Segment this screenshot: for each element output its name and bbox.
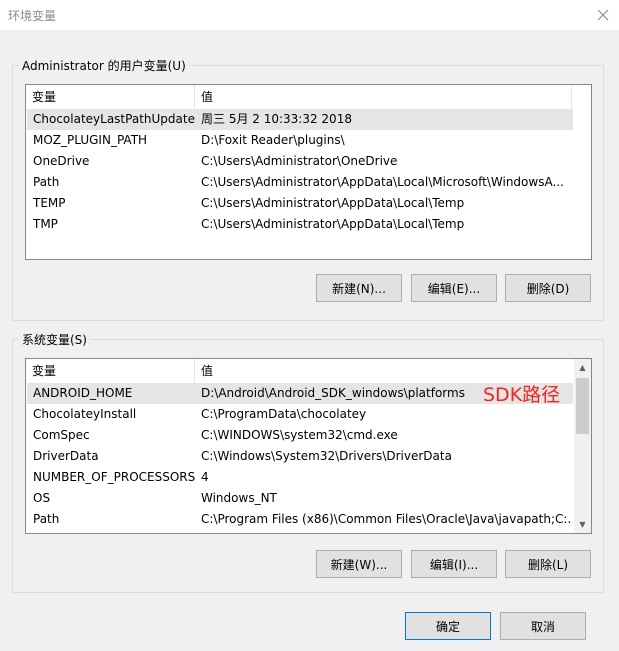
title-bar: 环境变量 — [0, 0, 619, 30]
table-row[interactable]: ComSpec C:\WINDOWS\system32\cmd.exe — [27, 425, 573, 446]
table-row[interactable]: MOZ_PLUGIN_PATH D:\Foxit Reader\plugins\ — [27, 130, 573, 151]
scroll-up-icon[interactable]: ▲ — [574, 359, 591, 376]
column-separator[interactable] — [571, 85, 572, 109]
variable-value: C:\WINDOWS\system32\cmd.exe — [201, 428, 398, 442]
variable-name: OS — [33, 491, 51, 505]
variable-value: D:\Foxit Reader\plugins\ — [201, 133, 345, 147]
scroll-down-icon[interactable]: ▼ — [574, 516, 591, 533]
variable-name: TMP — [33, 217, 58, 231]
variable-value: C:\Users\Administrator\AppData\Local\Mic… — [201, 175, 564, 189]
system-variables-group: 系统变量(S) 变量 值 ANDROID_HOME D:\Android\And… — [12, 331, 604, 593]
user-list-header: 变量 值 — [26, 85, 591, 109]
system-delete-button[interactable]: 删除(L) — [505, 550, 591, 578]
user-variables-list[interactable]: 变量 值 ChocolateyLastPathUpdate 周三 5月 2 10… — [25, 84, 592, 260]
sdk-path-annotation: SDK路径 — [483, 384, 561, 406]
variable-value: C:\Users\Administrator\OneDrive — [201, 154, 398, 168]
system-variables-label: 系统变量(S) — [19, 331, 90, 348]
table-row[interactable]: Path C:\Users\Administrator\AppData\Loca… — [27, 172, 573, 193]
user-edit-button[interactable]: 编辑(E)... — [411, 274, 497, 302]
column-header-variable[interactable]: 变量 — [26, 85, 195, 109]
table-row[interactable]: TMP C:\Users\Administrator\AppData\Local… — [27, 214, 573, 235]
variable-name: TEMP — [33, 196, 66, 210]
variable-name: OneDrive — [33, 154, 90, 168]
ok-button[interactable]: 确定 — [405, 612, 491, 640]
table-row[interactable]: Path C:\Program Files (x86)\Common Files… — [27, 509, 573, 530]
variable-value: 4 — [201, 470, 209, 484]
user-new-button[interactable]: 新建(N)... — [316, 274, 402, 302]
variable-value: C:\ProgramData\chocolatey — [201, 407, 367, 421]
variable-value: C:\Program Files (x86)\Common Files\Orac… — [201, 512, 571, 526]
table-row[interactable]: NUMBER_OF_PROCESSORS 4 — [27, 467, 573, 488]
system-list-scrollbar[interactable]: ▲ ▼ — [574, 359, 591, 533]
column-header-value[interactable]: 值 — [195, 85, 571, 109]
close-button[interactable] — [591, 3, 615, 27]
table-row[interactable]: DriverData C:\Windows\System32\Drivers\D… — [27, 446, 573, 467]
system-edit-button[interactable]: 编辑(I)... — [411, 550, 497, 578]
window-title: 环境变量 — [8, 9, 57, 23]
scroll-thumb[interactable] — [576, 378, 589, 434]
user-delete-button[interactable]: 删除(D) — [505, 274, 591, 302]
table-row[interactable]: ChocolateyLastPathUpdate 周三 5月 2 10:33:3… — [27, 109, 573, 130]
variable-name: MOZ_PLUGIN_PATH — [33, 133, 148, 147]
variable-value: C:\Users\Administrator\AppData\Local\Tem… — [201, 196, 465, 210]
table-row[interactable]: TEMP C:\Users\Administrator\AppData\Loca… — [27, 193, 573, 214]
cancel-button[interactable]: 取消 — [500, 612, 586, 640]
user-variables-group: Administrator 的用户变量(U) 变量 值 ChocolateyLa… — [12, 57, 604, 321]
user-variables-label: Administrator 的用户变量(U) — [19, 57, 189, 74]
variable-value: 周三 5月 2 10:33:32 2018 — [201, 112, 352, 126]
variable-name: ComSpec — [33, 428, 90, 442]
variable-value: C:\Users\Administrator\AppData\Local\Tem… — [201, 217, 465, 231]
table-row[interactable]: ChocolateyInstall C:\ProgramData\chocola… — [27, 404, 573, 425]
variable-name: Path — [33, 175, 60, 189]
variable-name: ChocolateyInstall — [33, 407, 137, 421]
column-header-variable[interactable]: 变量 — [26, 359, 195, 383]
variable-name: DriverData — [33, 449, 99, 463]
dialog-client: Administrator 的用户变量(U) 变量 值 ChocolateyLa… — [0, 30, 619, 651]
close-icon — [597, 9, 609, 21]
table-row[interactable]: OS Windows_NT — [27, 488, 573, 509]
table-row[interactable]: OneDrive C:\Users\Administrator\OneDrive — [27, 151, 573, 172]
variable-name: ChocolateyLastPathUpdate — [33, 112, 195, 126]
variable-value: Windows_NT — [201, 491, 277, 505]
variable-value: C:\Windows\System32\Drivers\DriverData — [201, 449, 452, 463]
variable-name: NUMBER_OF_PROCESSORS — [33, 470, 195, 484]
variable-name: ANDROID_HOME — [33, 386, 133, 400]
system-new-button[interactable]: 新建(W)... — [316, 550, 402, 578]
variable-name: Path — [33, 512, 60, 526]
